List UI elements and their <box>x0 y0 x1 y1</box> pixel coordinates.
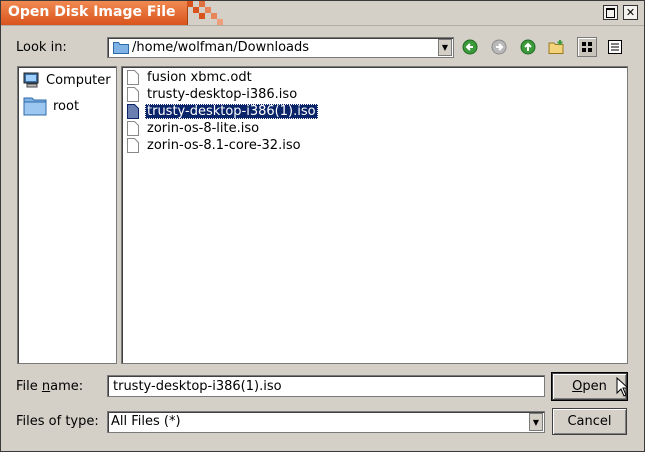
forward-button[interactable] <box>489 37 509 57</box>
sidebar-item-label: root <box>53 98 80 114</box>
back-arrow-icon <box>462 39 478 55</box>
sidebar-item-computer[interactable]: Computer <box>23 72 111 88</box>
title-bar[interactable]: Open Disk Image File ✕ <box>1 1 644 26</box>
detail-view-icon <box>608 40 622 54</box>
file-type-dropdown-arrow[interactable]: ▼ <box>529 413 543 431</box>
file-name: zorin-os-8.1-core-32.iso <box>147 137 301 153</box>
sidebar-item-root[interactable]: root <box>23 96 79 116</box>
parent-directory-button[interactable] <box>518 37 538 57</box>
document-icon <box>127 69 139 85</box>
computer-icon <box>23 72 39 88</box>
file-type-combo[interactable]: All Files (*) ▼ <box>107 411 545 433</box>
close-icon: ✕ <box>625 6 636 19</box>
new-folder-icon <box>548 40 564 54</box>
file-list-panel[interactable]: fusion xbmc.odt trusty-desktop-i386.iso … <box>121 66 628 364</box>
document-icon <box>127 86 139 102</box>
file-item[interactable]: zorin-os-8.1-core-32.iso <box>127 137 303 153</box>
file-type-label: Files of type: <box>16 414 99 429</box>
maximize-icon <box>606 7 615 18</box>
document-icon <box>127 137 139 153</box>
file-item-selected[interactable]: trusty-desktop-i386(1).iso <box>127 103 318 119</box>
file-name: trusty-desktop-i386.iso <box>147 86 298 102</box>
close-button[interactable]: ✕ <box>623 5 638 20</box>
file-name-label: File name: <box>16 379 84 394</box>
file-name-input[interactable] <box>107 375 545 397</box>
forward-arrow-icon <box>491 39 507 55</box>
document-icon <box>127 120 139 136</box>
open-disk-image-dialog: Open Disk Image File ✕ Look in: /home/wo… <box>0 0 645 452</box>
detail-view-button[interactable] <box>605 37 625 57</box>
look-in-combo[interactable]: /home/wolfman/Downloads ▼ <box>107 37 454 58</box>
list-view-icon <box>582 42 592 52</box>
file-type-value: All Files (*) <box>111 414 181 429</box>
file-item[interactable]: zorin-os-8-lite.iso <box>127 120 261 136</box>
file-item[interactable]: fusion xbmc.odt <box>127 69 254 85</box>
title-tab: Open Disk Image File <box>1 1 188 25</box>
look-in-label: Look in: <box>16 40 67 55</box>
up-arrow-icon <box>520 39 536 55</box>
file-item[interactable]: trusty-desktop-i386.iso <box>127 86 299 102</box>
file-name: trusty-desktop-i386(1).iso <box>145 103 318 119</box>
new-folder-button[interactable] <box>547 37 567 57</box>
back-button[interactable] <box>460 37 480 57</box>
sidebar-item-label: Computer <box>46 72 111 88</box>
folder-icon <box>23 97 47 116</box>
window-title: Open Disk Image File <box>8 4 176 20</box>
look-in-dropdown-arrow[interactable]: ▼ <box>438 39 452 56</box>
look-in-path: /home/wolfman/Downloads <box>132 40 310 55</box>
sidebar-panel: Computer root <box>17 66 117 364</box>
file-name: fusion xbmc.odt <box>147 69 252 85</box>
file-name: zorin-os-8-lite.iso <box>147 120 260 136</box>
folder-icon <box>113 41 129 58</box>
mouse-cursor-icon <box>616 377 628 397</box>
list-view-button[interactable] <box>577 37 597 57</box>
document-icon <box>127 103 139 119</box>
maximize-button[interactable] <box>603 5 618 20</box>
cancel-button[interactable]: Cancel <box>552 408 627 435</box>
